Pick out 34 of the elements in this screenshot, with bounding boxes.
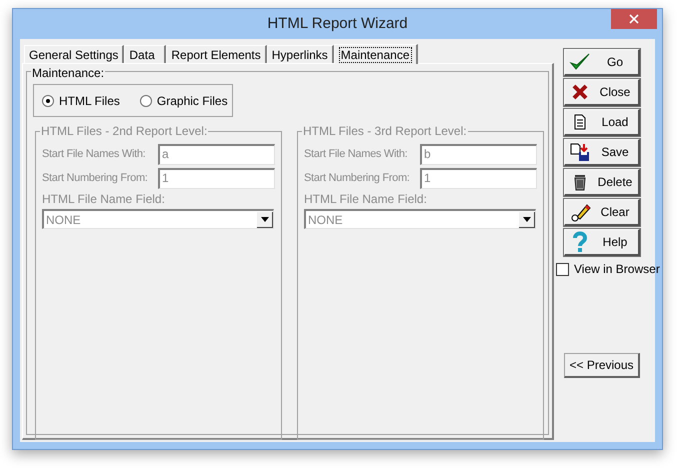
field-label: Start File Names With: xyxy=(304,147,408,162)
field-label: Start File Names With: xyxy=(42,147,146,162)
action-button[interactable]: Save xyxy=(564,139,640,166)
radio-button[interactable]: HTML Files xyxy=(42,92,120,110)
close-button[interactable] xyxy=(611,9,657,29)
tab[interactable]: Hyperlinks xyxy=(266,45,334,63)
close-icon xyxy=(629,14,639,24)
action-button[interactable]: Go xyxy=(564,49,640,76)
save-document-icon xyxy=(569,142,591,162)
dropdown-arrow-icon xyxy=(260,216,268,222)
action-button[interactable]: Delete xyxy=(564,169,640,196)
radio-button[interactable]: Graphic Files xyxy=(140,92,228,110)
action-button[interactable]: Close xyxy=(564,79,640,106)
action-button[interactable]: Help xyxy=(564,229,640,256)
window-title: HTML Report Wizard xyxy=(267,14,408,34)
question-mark-icon xyxy=(572,231,588,253)
group-title: HTML Files - 2nd Report Level: xyxy=(40,124,208,139)
field-label: HTML File Name Field: xyxy=(304,192,427,207)
checkmark-icon xyxy=(569,52,591,72)
action-button[interactable]: Clear xyxy=(564,199,640,226)
tab[interactable]: General Settings xyxy=(24,45,124,63)
eraser-pencil-icon xyxy=(569,202,591,222)
close-icon xyxy=(571,83,589,101)
group-title: HTML Files - 3rd Report Level: xyxy=(302,124,468,139)
tab[interactable]: Report Elements xyxy=(166,45,267,63)
field-label: Start Numbering From: xyxy=(42,171,149,186)
action-button[interactable]: Load xyxy=(564,109,640,136)
checkbox[interactable]: View in Browser xyxy=(556,260,660,278)
field-label: Start Numbering From: xyxy=(304,171,411,186)
dropdown-arrow-icon xyxy=(522,216,530,222)
field-label: HTML File Name Field: xyxy=(42,192,165,207)
tab[interactable]: Data xyxy=(124,45,166,63)
previous-button[interactable]: << Previous xyxy=(564,353,640,378)
tab[interactable]: Maintenance xyxy=(334,44,418,64)
